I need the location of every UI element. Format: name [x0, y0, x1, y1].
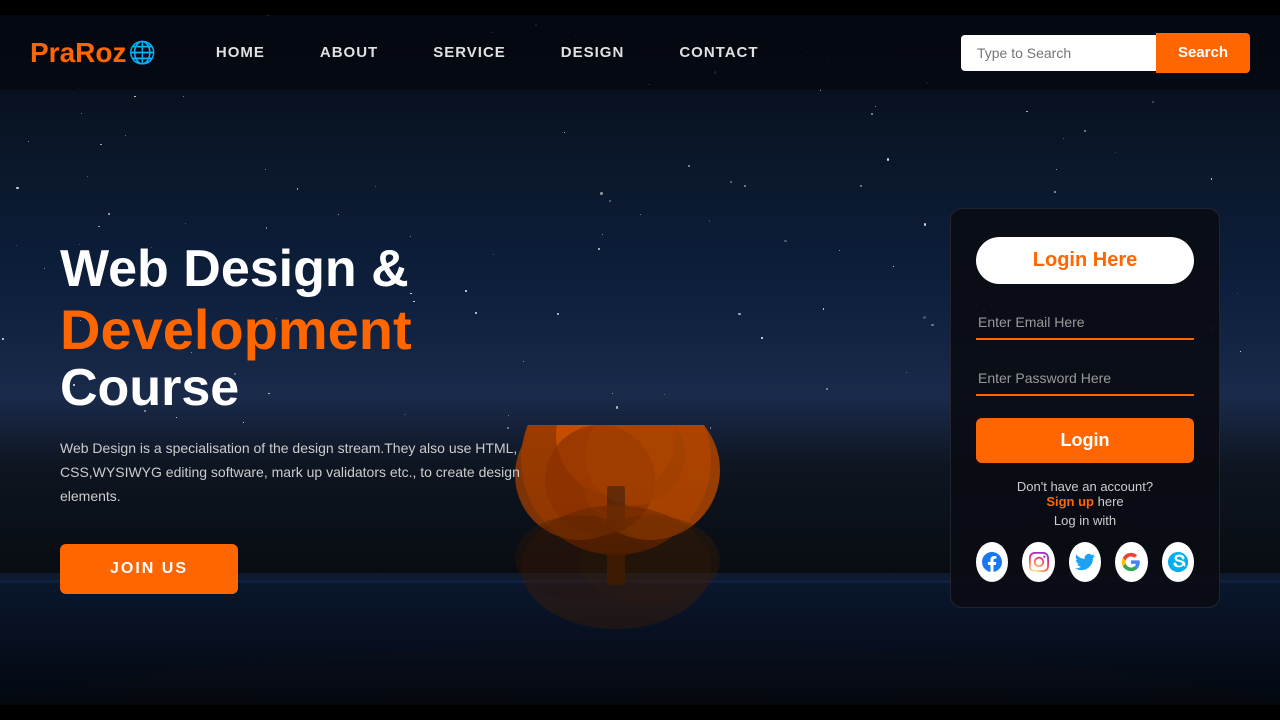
hero-text: Web Design & Development Course Web Desi…	[60, 201, 610, 593]
top-bar	[0, 0, 1280, 15]
logo-text: PraRoz	[30, 37, 126, 69]
navbar: PraRoz🌐 HOME ABOUT SERVICE DESIGN CONTAC…	[0, 15, 1280, 90]
search-area: Search	[961, 33, 1250, 73]
login-button[interactable]: Login	[976, 418, 1194, 463]
nav-design[interactable]: DESIGN	[561, 44, 625, 61]
search-input[interactable]	[961, 35, 1156, 71]
logo[interactable]: PraRoz🌐	[30, 37, 156, 69]
hero-description: Web Design is a specialisation of the de…	[60, 437, 540, 508]
google-icon[interactable]	[1115, 542, 1147, 582]
facebook-icon[interactable]	[976, 542, 1008, 582]
hero-title-line2: Development	[60, 299, 610, 361]
nav-service[interactable]: SERVICE	[433, 44, 506, 61]
login-card: Login Here Login Don't have an account? …	[950, 208, 1220, 608]
password-input[interactable]	[976, 362, 1194, 396]
main-content: Web Design & Development Course Web Desi…	[0, 90, 1280, 705]
here-text: here	[1098, 494, 1124, 509]
email-input[interactable]	[976, 306, 1194, 340]
no-account-text: Don't have an account? Sign up here	[976, 479, 1194, 509]
join-us-button[interactable]: JOIN US	[60, 544, 238, 594]
hero-title-line1: Web Design &	[60, 241, 610, 298]
no-account-label: Don't have an account?	[1017, 479, 1153, 494]
bottom-bar	[0, 705, 1280, 720]
signup-link[interactable]: Sign up	[1046, 494, 1094, 509]
twitter-icon[interactable]	[1069, 542, 1101, 582]
nav-home[interactable]: HOME	[216, 44, 265, 61]
social-icons	[976, 542, 1194, 582]
nav-about[interactable]: ABOUT	[320, 44, 378, 61]
skype-icon[interactable]	[1162, 542, 1194, 582]
login-here-button[interactable]: Login Here	[976, 237, 1194, 284]
hero-title-line3: Course	[60, 360, 610, 417]
nav-links: HOME ABOUT SERVICE DESIGN CONTACT	[216, 44, 961, 62]
search-button[interactable]: Search	[1156, 33, 1250, 73]
nav-contact[interactable]: CONTACT	[679, 44, 758, 61]
logo-globe: 🌐	[128, 40, 155, 66]
login-with-label: Log in with	[976, 513, 1194, 528]
instagram-icon[interactable]	[1022, 542, 1054, 582]
